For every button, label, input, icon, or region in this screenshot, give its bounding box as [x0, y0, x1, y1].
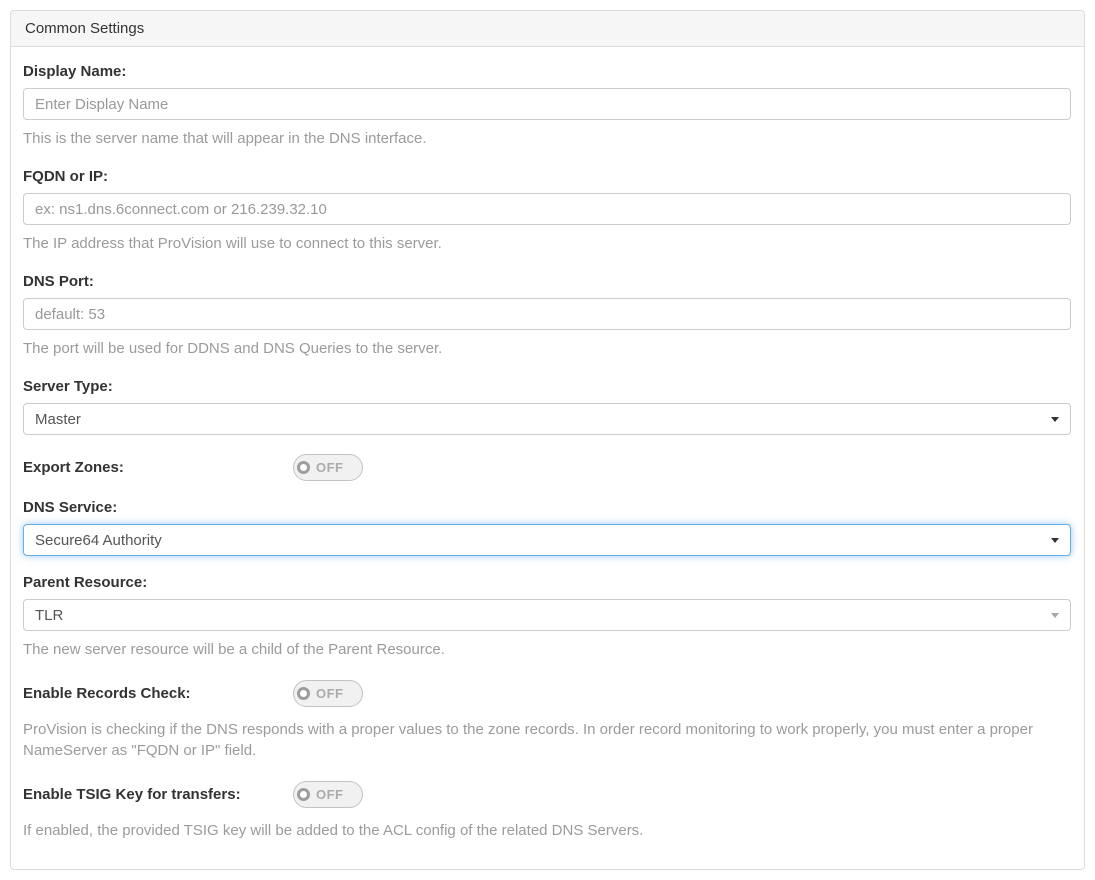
chevron-down-icon [1051, 613, 1059, 618]
fqdn-ip-help: The IP address that ProVision will use t… [23, 233, 1071, 254]
toggle-knob-icon [297, 461, 310, 474]
dns-port-help: The port will be used for DDNS and DNS Q… [23, 338, 1071, 359]
fqdn-ip-label: FQDN or IP: [23, 169, 1071, 184]
enable-records-check-label: Enable Records Check: [23, 686, 293, 701]
fqdn-ip-input[interactable] [23, 193, 1071, 225]
server-type-group: Server Type: Master [23, 379, 1071, 435]
enable-tsig-key-group: Enable TSIG Key for transfers: OFF If en… [23, 781, 1071, 841]
chevron-down-icon [1051, 417, 1059, 422]
display-name-group: Display Name: This is the server name th… [23, 64, 1071, 149]
parent-resource-label: Parent Resource: [23, 575, 1071, 590]
dns-service-group: DNS Service: Secure64 Authority [23, 500, 1071, 556]
chevron-down-icon [1051, 538, 1059, 543]
server-type-value: Master [35, 411, 1043, 428]
dns-port-label: DNS Port: [23, 274, 1071, 289]
parent-resource-group: Parent Resource: TLR The new server reso… [23, 575, 1071, 660]
enable-records-check-toggle-state: OFF [316, 686, 344, 701]
display-name-label: Display Name: [23, 64, 1071, 79]
export-zones-group: Export Zones: OFF [23, 454, 1071, 481]
display-name-help: This is the server name that will appear… [23, 128, 1071, 149]
parent-resource-select[interactable]: TLR [23, 599, 1071, 631]
enable-tsig-key-help: If enabled, the provided TSIG key will b… [23, 820, 1071, 841]
enable-records-check-row: Enable Records Check: OFF [23, 680, 1071, 707]
dns-port-group: DNS Port: The port will be used for DDNS… [23, 274, 1071, 359]
dns-service-select[interactable]: Secure64 Authority [23, 524, 1071, 556]
fqdn-ip-group: FQDN or IP: The IP address that ProVisio… [23, 169, 1071, 254]
server-type-label: Server Type: [23, 379, 1071, 394]
common-settings-panel: Common Settings Display Name: This is th… [10, 10, 1085, 870]
panel-title: Common Settings [11, 11, 1084, 47]
export-zones-toggle[interactable]: OFF [293, 454, 363, 481]
toggle-knob-icon [297, 687, 310, 700]
enable-records-check-group: Enable Records Check: OFF ProVision is c… [23, 680, 1071, 761]
display-name-input[interactable] [23, 88, 1071, 120]
dns-service-label: DNS Service: [23, 500, 1071, 515]
parent-resource-value: TLR [35, 607, 1043, 624]
enable-tsig-key-toggle-state: OFF [316, 787, 344, 802]
server-type-select[interactable]: Master [23, 403, 1071, 435]
parent-resource-help: The new server resource will be a child … [23, 639, 1071, 660]
enable-records-check-toggle[interactable]: OFF [293, 680, 363, 707]
panel-body: Display Name: This is the server name th… [11, 47, 1084, 869]
enable-records-check-help: ProVision is checking if the DNS respond… [23, 719, 1071, 761]
export-zones-toggle-state: OFF [316, 460, 344, 475]
enable-tsig-key-toggle[interactable]: OFF [293, 781, 363, 808]
export-zones-label: Export Zones: [23, 460, 293, 475]
dns-port-input[interactable] [23, 298, 1071, 330]
dns-service-value: Secure64 Authority [35, 532, 1043, 549]
enable-tsig-key-label: Enable TSIG Key for transfers: [23, 787, 293, 802]
toggle-knob-icon [297, 788, 310, 801]
enable-tsig-key-row: Enable TSIG Key for transfers: OFF [23, 781, 1071, 808]
